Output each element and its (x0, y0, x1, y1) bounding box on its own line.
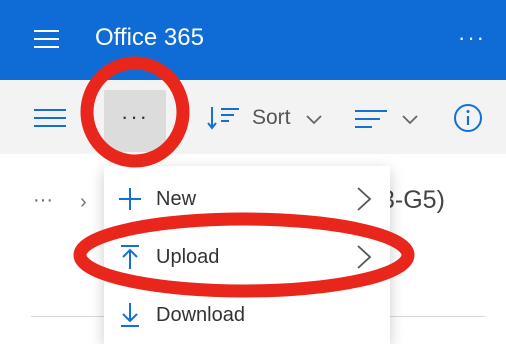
menu-item-label: Upload (156, 246, 220, 268)
menu-item-new[interactable]: New (104, 172, 390, 228)
menu-item-upload[interactable]: Upload (104, 230, 390, 286)
sort-label[interactable]: Sort (252, 106, 291, 130)
app-launcher-icon[interactable] (34, 29, 59, 49)
upload-icon (121, 245, 139, 269)
menu-item-download[interactable]: Download (104, 288, 390, 344)
view-options-icon[interactable] (354, 109, 388, 129)
command-bar: ··· Sort (0, 80, 506, 154)
sort-chevron-down-icon[interactable] (305, 110, 323, 128)
more-options-menu: New Upload Download (104, 166, 390, 344)
view-chevron-down-icon[interactable] (401, 110, 419, 128)
app-title: Office 365 (95, 24, 204, 51)
breadcrumb-separator-icon: › (80, 191, 87, 213)
header-more-icon[interactable]: ··· (458, 25, 486, 51)
sort-icon[interactable] (207, 106, 241, 130)
more-options-icon: ··· (121, 104, 149, 129)
menu-item-label: Download (156, 304, 245, 326)
nav-menu-icon[interactable] (34, 109, 66, 129)
plus-icon (119, 188, 141, 210)
breadcrumb-ellipsis[interactable]: ··· (33, 189, 53, 212)
info-icon[interactable] (453, 103, 483, 133)
chevron-right-icon (357, 187, 372, 211)
app-header: Office 365 ··· (0, 0, 506, 80)
menu-item-label: New (156, 188, 197, 210)
more-options-button[interactable]: ··· (104, 90, 166, 152)
chevron-right-icon (357, 245, 372, 269)
breadcrumb-current: 3-G5) (381, 186, 445, 214)
download-icon (121, 303, 139, 327)
